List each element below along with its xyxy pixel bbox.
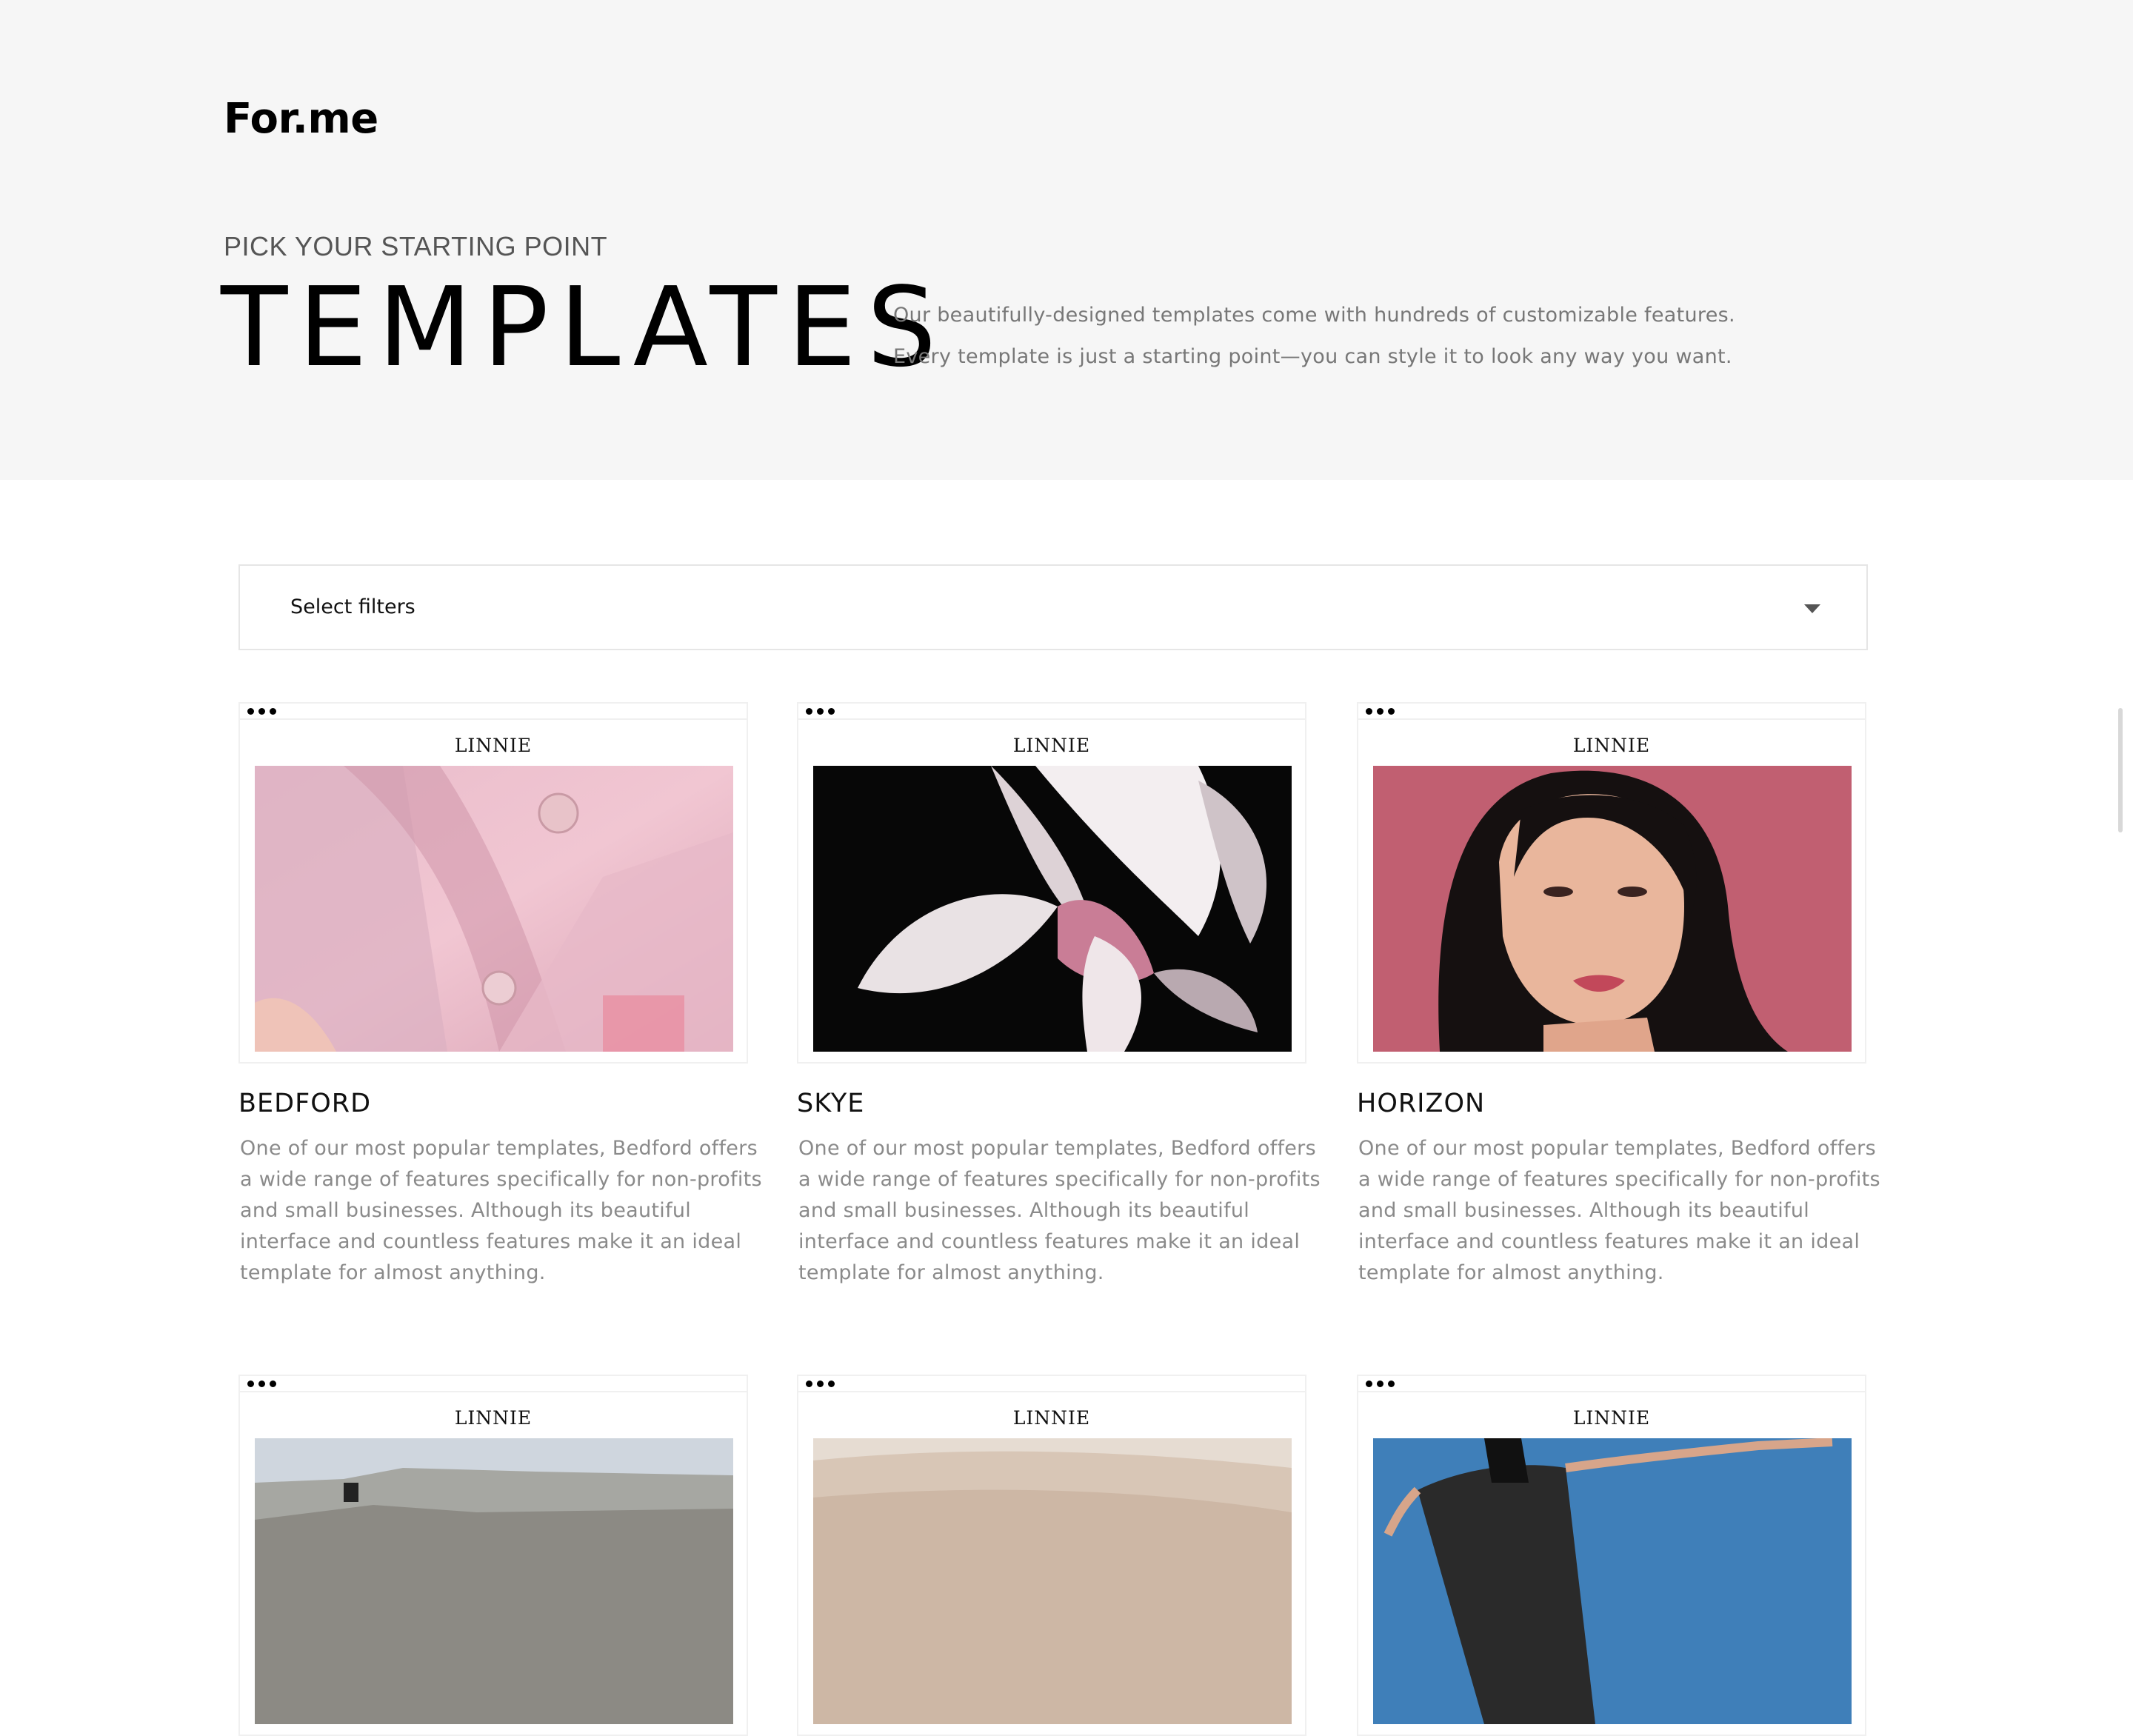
window-dots-icon <box>247 708 276 715</box>
window-dots-icon <box>1366 708 1395 715</box>
description-line: interface and countless features make it… <box>798 1230 1301 1253</box>
description-line: template for almost anything. <box>798 1261 1104 1284</box>
description-line: template for almost anything. <box>240 1261 546 1284</box>
template-name[interactable]: HORIZON <box>1357 1089 1485 1118</box>
description-line: template for almost anything. <box>1358 1261 1664 1284</box>
preview-window-bar <box>1358 1376 1865 1392</box>
template-description: One of our most popular templates, Bedfo… <box>1358 1133 1880 1289</box>
description-line: One of our most popular templates, Bedfo… <box>240 1137 758 1160</box>
preview-image-pink-jacket <box>255 766 733 1052</box>
preview-window-bar <box>240 704 747 720</box>
page-scrollbar[interactable] <box>2118 708 2123 832</box>
description-line: interface and countless features make it… <box>1358 1230 1860 1253</box>
template-preview[interactable]: LINNIE <box>797 1375 1306 1736</box>
description-line: a wide range of features specifically fo… <box>1358 1168 1880 1191</box>
window-dots-icon <box>247 1381 276 1387</box>
description-line: and small businesses. Although its beaut… <box>240 1199 692 1222</box>
template-grid: LINNIE BEDFORD One of our most popular t… <box>0 0 2133 1736</box>
description-line: One of our most popular templates, Bedfo… <box>1358 1137 1876 1160</box>
window-dots-icon <box>806 1381 835 1387</box>
template-name[interactable]: BEDFORD <box>238 1089 371 1118</box>
template-preview[interactable]: LINNIE <box>1357 1375 1866 1736</box>
window-dots-icon <box>806 708 835 715</box>
template-preview[interactable]: LINNIE <box>238 1375 748 1736</box>
preview-image-portrait <box>1373 766 1852 1052</box>
preview-image-dancer <box>1373 1438 1852 1724</box>
preview-window-bar <box>1358 704 1865 720</box>
template-preview[interactable]: LINNIE <box>1357 702 1866 1064</box>
window-dots-icon <box>1366 1381 1395 1387</box>
description-line: One of our most popular templates, Bedfo… <box>798 1137 1316 1160</box>
description-line: and small businesses. Although its beaut… <box>1358 1199 1810 1222</box>
template-preview[interactable]: LINNIE <box>797 702 1306 1064</box>
template-preview[interactable]: LINNIE <box>238 702 748 1064</box>
preview-brand: LINNIE <box>454 1407 533 1429</box>
description-line: a wide range of features specifically fo… <box>798 1168 1321 1191</box>
description-line: a wide range of features specifically fo… <box>240 1168 762 1191</box>
preview-image-magnolia <box>813 766 1292 1052</box>
preview-image-dunes <box>813 1438 1292 1724</box>
preview-brand: LINNIE <box>1572 735 1651 756</box>
template-description: One of our most popular templates, Bedfo… <box>798 1133 1321 1289</box>
preview-window-bar <box>798 1376 1305 1392</box>
preview-brand: LINNIE <box>454 735 533 756</box>
description-line: and small businesses. Although its beaut… <box>798 1199 1250 1222</box>
preview-window-bar <box>240 1376 747 1392</box>
description-line: interface and countless features make it… <box>240 1230 742 1253</box>
preview-window-bar <box>798 704 1305 720</box>
template-name[interactable]: SKYE <box>797 1089 864 1118</box>
preview-brand: LINNIE <box>1572 1407 1651 1429</box>
preview-image-landscape <box>255 1438 733 1724</box>
template-description: One of our most popular templates, Bedfo… <box>240 1133 762 1289</box>
preview-brand: LINNIE <box>1012 1407 1091 1429</box>
preview-brand: LINNIE <box>1012 735 1091 756</box>
